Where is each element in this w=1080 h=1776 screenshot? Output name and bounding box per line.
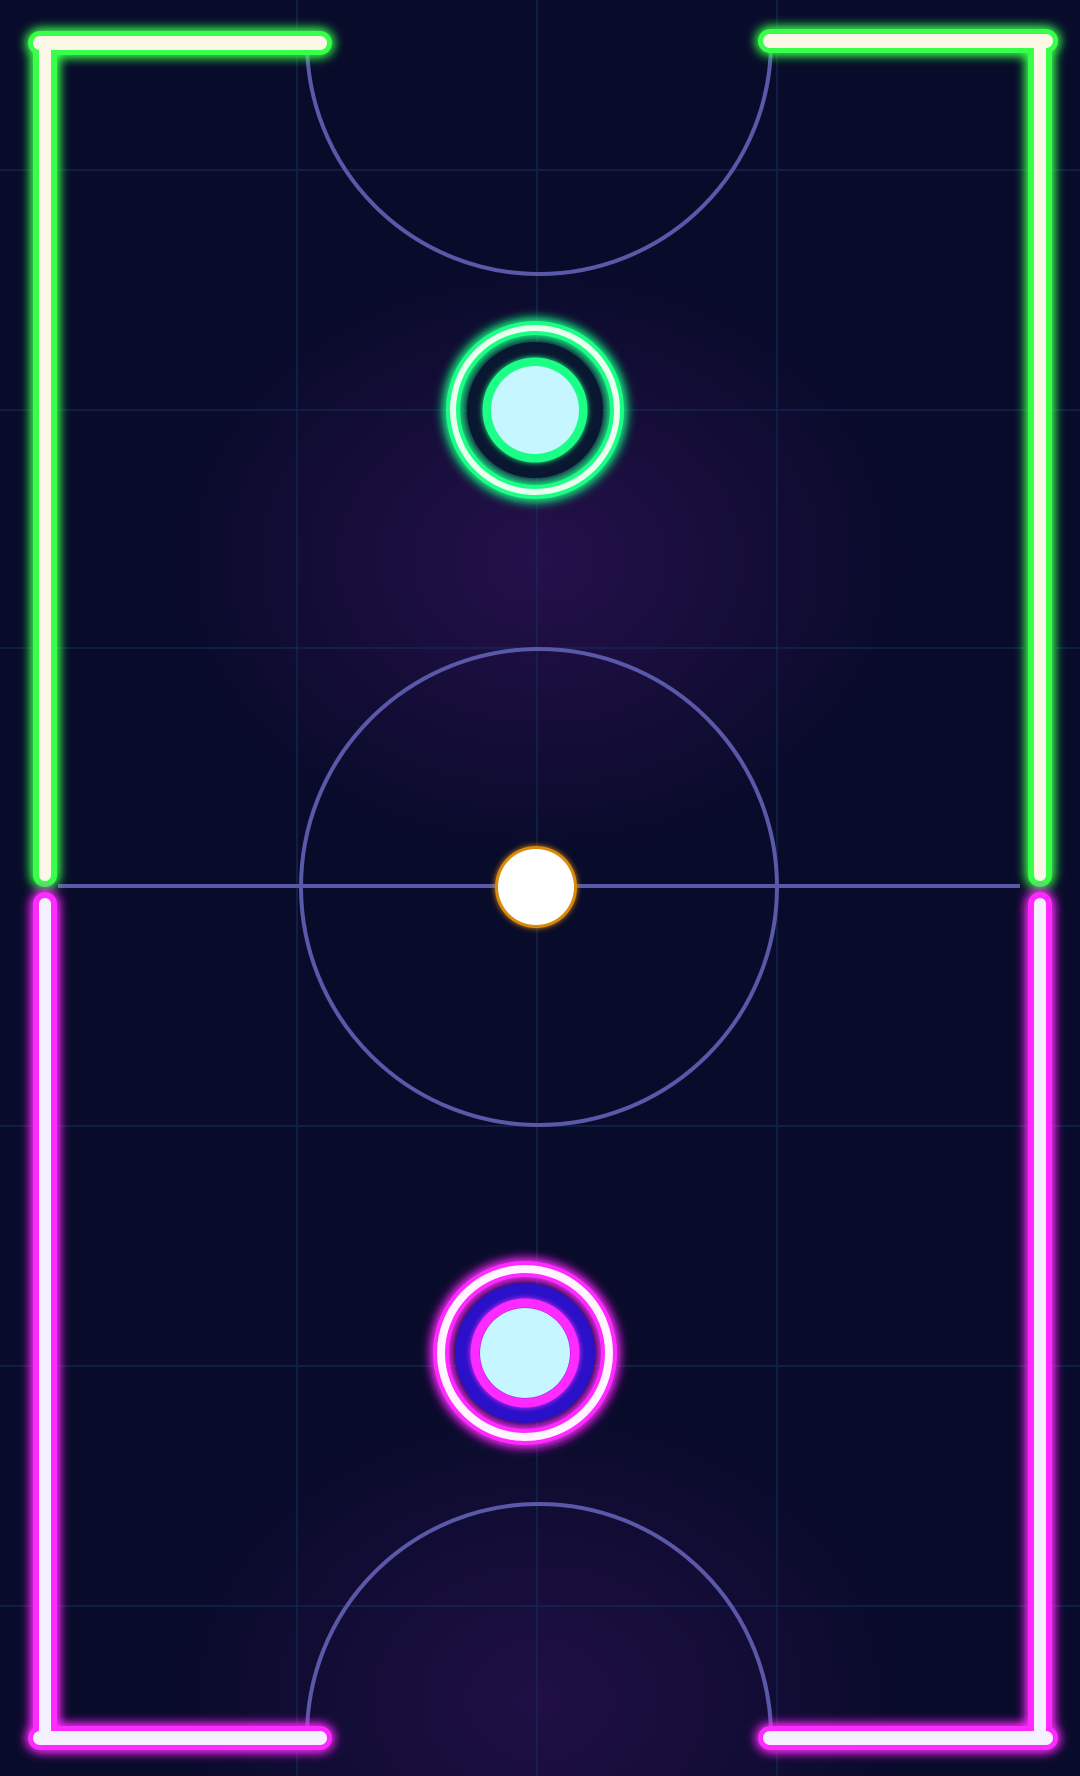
top-paddle[interactable]	[446, 321, 624, 499]
puck-face	[498, 849, 574, 925]
puck-icon	[495, 846, 577, 928]
mallet-icon	[446, 321, 624, 499]
bottom-goal-crease	[305, 1502, 773, 1737]
top-goal-crease	[305, 41, 773, 276]
mallet-icon	[433, 1261, 617, 1445]
air-hockey-rink[interactable]	[0, 0, 1080, 1776]
top-paddle-knob	[491, 366, 579, 454]
rink-svg	[0, 0, 1080, 1776]
bottom-paddle[interactable]	[433, 1261, 617, 1445]
puck[interactable]	[495, 846, 577, 928]
bottom-paddle-knob	[480, 1308, 570, 1398]
